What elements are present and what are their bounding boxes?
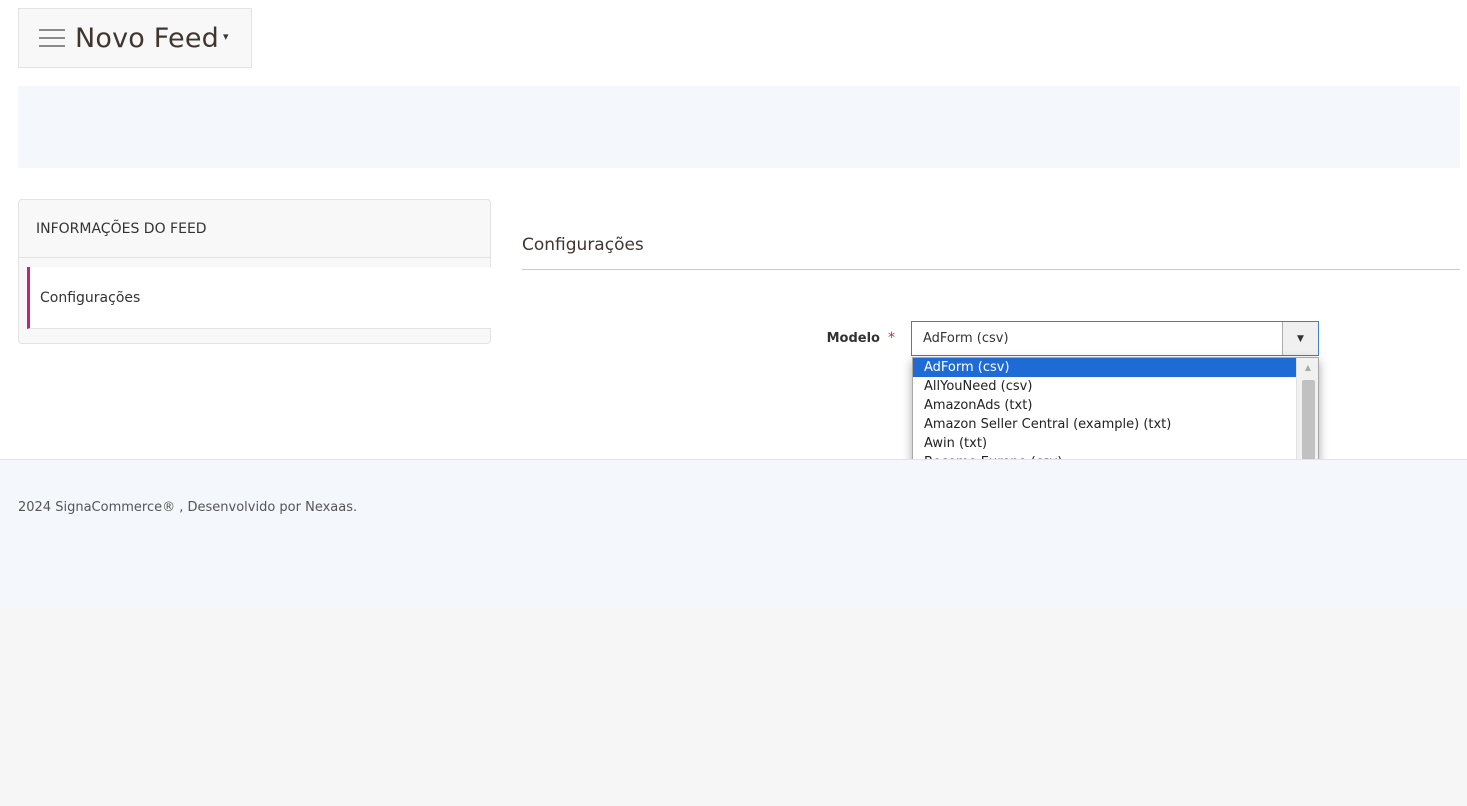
caret-down-icon: ▾ (223, 29, 229, 43)
option-item[interactable]: AllYouNeed (csv) (913, 377, 1297, 396)
hamburger-menu-icon (39, 29, 65, 47)
scroll-up-icon[interactable]: ▲ (1297, 358, 1318, 376)
modelo-select[interactable]: AdForm (csv) ▼ (911, 321, 1319, 356)
modelo-label: Modelo (826, 331, 880, 346)
copyright-text: 2024 SignaCommerce® , Desenvolvido por N… (18, 500, 358, 515)
page-title: Novo Feed (75, 22, 220, 54)
section-title: Configurações (522, 235, 644, 255)
page-title-switcher[interactable]: Novo Feed ▾ (18, 8, 252, 68)
page-bottom-area (0, 608, 1467, 806)
nav-item-configuracoes[interactable]: Configurações (27, 267, 491, 329)
required-indicator: * (888, 330, 895, 346)
select-arrow-icon[interactable]: ▼ (1282, 322, 1318, 355)
modelo-select-value: AdForm (csv) (923, 331, 1009, 346)
section-divider (522, 269, 1460, 270)
feed-info-nav-title: INFORMAÇÕES DO FEED (19, 200, 490, 258)
option-item[interactable]: Amazon Seller Central (example) (txt) (913, 415, 1297, 434)
feed-info-nav: INFORMAÇÕES DO FEED Configurações (18, 199, 491, 344)
option-item[interactable]: AdForm (csv) (913, 358, 1297, 378)
messages-area (18, 86, 1460, 168)
option-item[interactable]: Awin (txt) (913, 434, 1297, 453)
option-item[interactable]: AmazonAds (txt) (913, 396, 1297, 415)
footer (0, 460, 1467, 608)
